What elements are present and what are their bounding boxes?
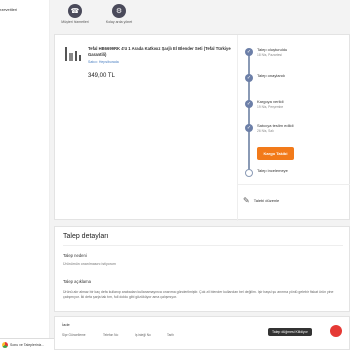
seller-link[interactable]: Satıcı: Hepsiburada <box>88 60 119 64</box>
step-title: Satıcıya teslim edildi <box>257 123 294 128</box>
list-header: Iş isteği No <box>135 333 151 337</box>
sidebar-link-returns[interactable]: rzeveitleri <box>0 7 17 12</box>
tooltip: Talep düğmesi Kilidiyor <box>268 328 312 336</box>
edit-icon: ✎ <box>243 196 250 205</box>
step-date: 19 Nis, Perşembe <box>257 105 284 109</box>
edit-request-button[interactable]: ✎ Talebi düzenle <box>243 196 279 205</box>
top-actions: ☎ Müşteri hizmetleri ⚙ Kolay arda yönet <box>60 4 134 24</box>
details-divider <box>63 245 343 246</box>
description-value: Ürünü alır almaz bir kaç defa kullanıp a… <box>63 290 334 299</box>
customer-service-action[interactable]: ☎ Müşteri hizmetleri <box>60 4 90 24</box>
reason-label: Talep nedeni <box>63 253 87 258</box>
check-icon: ✓ <box>245 124 253 132</box>
step-date: 26 Nis, Salı <box>257 129 274 133</box>
order-card: Tefal HB6699RK 4'ü 1 Arada Katkısız Şarj… <box>54 34 350 221</box>
customer-service-label: Müşteri hizmetleri <box>61 20 89 24</box>
chat-button[interactable] <box>330 325 342 337</box>
reason-value: Ürünümün onarılmasını istiyorum <box>63 262 116 266</box>
list-header: Telefon No <box>103 333 119 337</box>
timeline-divider <box>238 184 350 185</box>
step-date: 18 Nis, Pazartesi <box>257 53 282 57</box>
settings-icon: ⚙ <box>112 4 126 18</box>
manage-action[interactable]: ⚙ Kolay arda yönet <box>104 4 134 24</box>
list-title: İade <box>62 322 70 327</box>
details-title: Talep detayları <box>63 233 109 240</box>
cargo-tracking-button[interactable]: Kargo Takibi <box>257 147 294 160</box>
check-icon: ✓ <box>245 74 253 82</box>
manage-label: Kolay arda yönet <box>105 20 133 24</box>
taskbar-tab[interactable]: Sonu ve Talepleriniz... <box>10 343 44 347</box>
product-title[interactable]: Tefal HB6699RK 4'ü 1 Arada Katkısız Şarj… <box>88 46 248 58</box>
list-header: Tarih <box>167 333 174 337</box>
product-price: 349,00 TL <box>88 73 115 79</box>
card-divider <box>237 35 238 221</box>
product-image[interactable] <box>65 47 81 61</box>
request-details-card: Talep detayları Talep nedeni Ürünümün on… <box>54 226 350 312</box>
step-title: Talep onaylandı <box>257 73 286 78</box>
pending-dot-icon <box>245 169 253 177</box>
step-title: Kargoya verildi <box>257 99 284 104</box>
step-title: Talep incelemeye <box>257 168 288 173</box>
list-header: Sipr Güncelleme <box>62 333 86 337</box>
headset-icon: ☎ <box>68 4 82 18</box>
taskbar: Sonu ve Talepleriniz... <box>0 338 54 350</box>
browser-icon[interactable] <box>2 341 8 348</box>
check-icon: ✓ <box>245 100 253 108</box>
description-label: Talep açıklama <box>63 279 91 284</box>
step-title: Talep oluşturuldu <box>257 47 288 52</box>
check-icon: ✓ <box>245 48 253 56</box>
sidebar: rzeveitleri <box>0 0 50 338</box>
timeline-line <box>248 55 250 170</box>
edit-request-label: Talebi düzenle <box>253 198 280 203</box>
